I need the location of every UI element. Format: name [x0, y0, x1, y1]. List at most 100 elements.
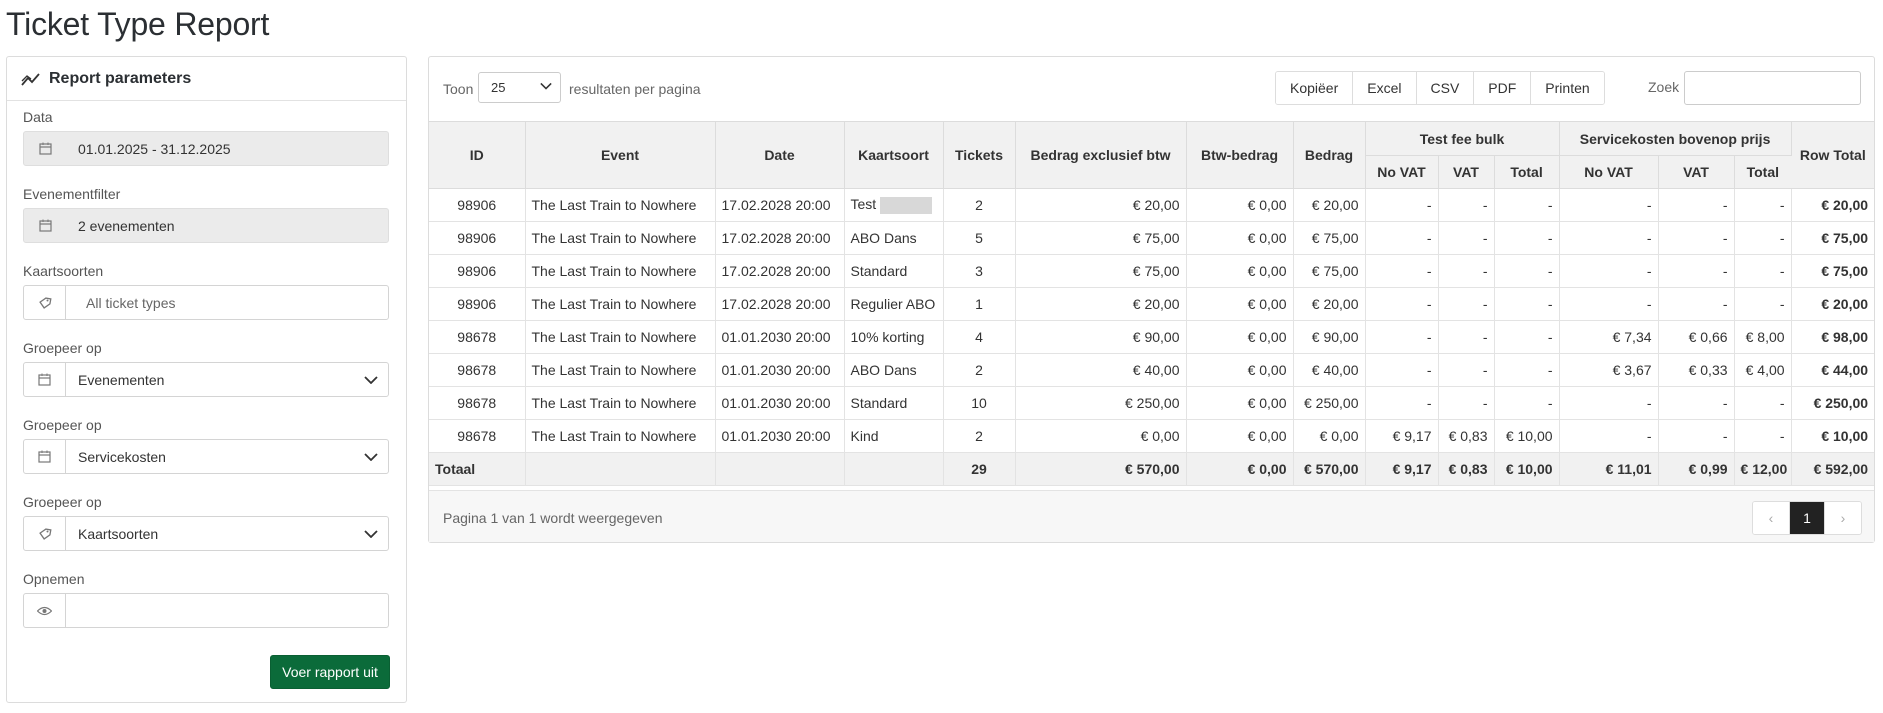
header-tickets[interactable]: Tickets	[943, 121, 1016, 189]
header-row-total[interactable]: Row Total	[1791, 121, 1875, 189]
header-service-no-vat[interactable]: No VAT	[1559, 155, 1659, 189]
cell-type: Standard	[844, 254, 944, 288]
cell-excl: € 250,00	[1015, 386, 1187, 420]
run-report-button[interactable]: Voer rapport uit	[270, 655, 390, 689]
cell-s-vat: -	[1658, 221, 1735, 255]
cell-s-vat: € 0,66	[1658, 320, 1735, 354]
total-s-total: € 12,00	[1734, 452, 1792, 486]
total-empty-cell	[844, 452, 944, 486]
total-s-vat: € 0,99	[1658, 452, 1735, 486]
cell-s-vat: -	[1658, 419, 1735, 453]
cell-s-total: -	[1734, 221, 1792, 255]
chevron-down-icon	[364, 529, 378, 538]
header-vat-amount[interactable]: Btw-bedrag	[1186, 121, 1294, 189]
cell-row-total: € 75,00	[1791, 254, 1875, 288]
cell-f-novat: -	[1365, 221, 1439, 255]
event-filter-field[interactable]: 2 evenementen	[23, 208, 389, 243]
cell-id: 98678	[429, 320, 526, 354]
group-by-label-1: Groepeer op	[23, 340, 102, 356]
header-service-vat[interactable]: VAT	[1658, 155, 1735, 189]
cell-f-total: -	[1494, 254, 1560, 288]
cell-excl: € 20,00	[1015, 188, 1187, 222]
cell-amount: € 40,00	[1293, 353, 1366, 387]
cell-f-novat: -	[1365, 353, 1439, 387]
header-id[interactable]: ID	[429, 121, 526, 189]
cell-event: The Last Train to Nowhere	[525, 320, 716, 354]
copy-button[interactable]: Kopiëer	[1276, 72, 1354, 104]
print-button[interactable]: Printen	[1531, 72, 1604, 104]
cell-amount: € 20,00	[1293, 287, 1366, 321]
date-range-value: 01.01.2025 - 31.12.2025	[78, 140, 231, 157]
cell-s-total: € 8,00	[1734, 320, 1792, 354]
cell-s-novat: -	[1559, 287, 1659, 321]
csv-button[interactable]: CSV	[1416, 72, 1475, 104]
cell-excl: € 0,00	[1015, 419, 1187, 453]
date-range-field[interactable]: 01.01.2025 - 31.12.2025	[23, 131, 389, 166]
header-event[interactable]: Event	[525, 121, 716, 189]
cell-vat: € 0,00	[1186, 419, 1294, 453]
cell-s-novat: -	[1559, 254, 1659, 288]
group-by-select-3[interactable]: Kaartsoorten	[23, 516, 389, 551]
cell-s-total: -	[1734, 188, 1792, 222]
cell-s-novat: -	[1559, 188, 1659, 222]
cell-id: 98906	[429, 287, 526, 321]
group-by-select-1[interactable]: Evenementen	[23, 362, 389, 397]
table-row: 98678 The Last Train to Nowhere 01.01.2030…	[429, 386, 1875, 420]
header-test-fee-bulk: Test fee bulk	[1365, 121, 1560, 156]
cell-s-vat: -	[1658, 254, 1735, 288]
cell-vat: € 0,00	[1186, 320, 1294, 354]
cell-type: Test	[844, 188, 944, 222]
include-field[interactable]	[23, 593, 389, 628]
next-page-button[interactable]: ›	[1825, 502, 1861, 534]
cell-amount: € 75,00	[1293, 221, 1366, 255]
cell-s-vat: -	[1658, 188, 1735, 222]
cell-s-vat: € 0,33	[1658, 353, 1735, 387]
chevron-down-icon	[364, 452, 378, 461]
cell-f-novat: -	[1365, 287, 1439, 321]
cell-f-total: -	[1494, 287, 1560, 321]
group-by-label-2: Groepeer op	[23, 417, 102, 433]
cell-id: 98678	[429, 419, 526, 453]
header-service-total[interactable]: Total	[1734, 155, 1792, 189]
cell-f-novat: -	[1365, 254, 1439, 288]
cell-date: 17.02.2028 20:00	[715, 188, 845, 222]
table-row: 98678 The Last Train to Nowhere 01.01.2030…	[429, 353, 1875, 387]
page-length-select[interactable]: 25	[478, 72, 561, 103]
report-table-body: 98906 The Last Train to Nowhere 17.02.2028…	[429, 188, 1875, 486]
cell-f-total: -	[1494, 353, 1560, 387]
header-date[interactable]: Date	[715, 121, 845, 189]
group-by-select-2[interactable]: Servicekosten	[23, 439, 389, 474]
cell-event: The Last Train to Nowhere	[525, 287, 716, 321]
header-amount[interactable]: Bedrag	[1293, 121, 1366, 189]
tag-icon	[24, 517, 66, 550]
cell-vat: € 0,00	[1186, 254, 1294, 288]
cell-f-vat: -	[1438, 320, 1495, 354]
cell-amount: € 20,00	[1293, 188, 1366, 222]
cell-event: The Last Train to Nowhere	[525, 254, 716, 288]
page-info: Pagina 1 van 1 wordt weergegeven	[443, 510, 663, 526]
ticket-types-field[interactable]: All ticket types	[23, 285, 389, 320]
group-by-value-1: Evenementen	[78, 371, 165, 388]
table-row: 98906 The Last Train to Nowhere 17.02.2028…	[429, 221, 1875, 255]
cell-event: The Last Train to Nowhere	[525, 188, 716, 222]
excel-button[interactable]: Excel	[1353, 72, 1417, 104]
total-f-total: € 10,00	[1494, 452, 1560, 486]
cell-type: Standard	[844, 386, 944, 420]
cell-date: 01.01.2030 20:00	[715, 386, 845, 420]
prev-page-button[interactable]: ‹	[1753, 502, 1789, 534]
header-ticket-type[interactable]: Kaartsoort	[844, 121, 944, 189]
cell-s-total: -	[1734, 254, 1792, 288]
page-1-button[interactable]: 1	[1789, 502, 1825, 534]
calendar-icon	[24, 440, 66, 473]
header-fee-vat[interactable]: VAT	[1438, 155, 1495, 189]
cell-excl: € 75,00	[1015, 254, 1187, 288]
cell-amount: € 0,00	[1293, 419, 1366, 453]
calendar-icon	[24, 363, 66, 396]
header-amount-excl-vat[interactable]: Bedrag exclusief btw	[1015, 121, 1187, 189]
ticket-types-label: Kaartsoorten	[23, 263, 104, 279]
search-input[interactable]	[1684, 71, 1861, 105]
header-fee-total[interactable]: Total	[1494, 155, 1560, 189]
header-fee-no-vat[interactable]: No VAT	[1365, 155, 1439, 189]
pdf-button[interactable]: PDF	[1474, 72, 1532, 104]
cell-f-vat: -	[1438, 287, 1495, 321]
